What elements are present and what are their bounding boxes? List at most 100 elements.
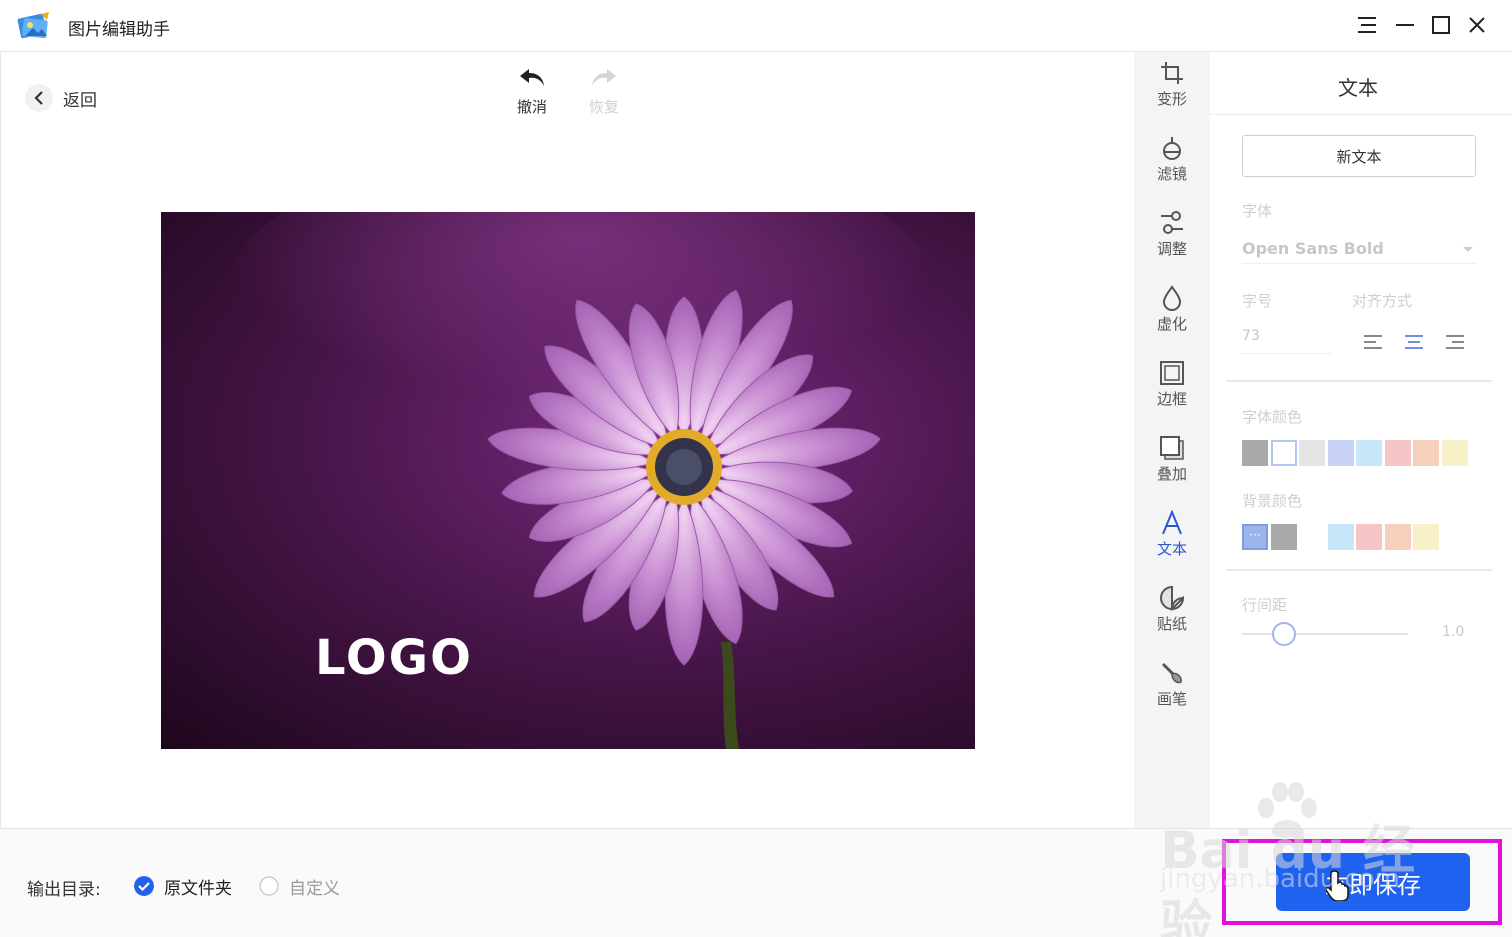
radio-original-label: 原文件夹 [164,878,232,899]
redo-icon [592,69,616,86]
redo-button[interactable]: 恢复 [579,66,629,117]
color-swatch[interactable] [1270,524,1297,550]
text-properties-panel: 文本 新文本 字体 Open Sans Bold 字号 对齐方式 73 字体颜色… [1210,52,1512,828]
chevron-left-icon [34,91,43,105]
bg-color-label: 背景颜色 [1242,492,1303,510]
sticker-icon [1160,585,1185,611]
tool-transform[interactable]: 变形 [1134,60,1210,120]
font-size-input[interactable]: 73 [1240,324,1332,354]
color-swatch[interactable] [1327,440,1354,466]
line-spacing-value: 1.0 [1442,624,1465,640]
color-swatch[interactable] [1384,524,1411,550]
chevron-down-icon [1463,247,1473,252]
size-label: 字号 [1242,292,1273,310]
menu-icon [1358,17,1376,33]
panel-divider [1210,114,1512,115]
hand-cursor-icon [1326,870,1349,901]
align-right-icon[interactable] [1444,332,1466,352]
tool-label: 叠加 [1156,465,1187,483]
edited-photo[interactable]: LOGO [161,212,975,749]
color-swatch[interactable] [1356,524,1382,550]
color-swatch[interactable] [1299,440,1325,466]
tool-brush[interactable]: 画笔 [1134,660,1210,720]
tool-overlay[interactable]: 叠加 [1134,435,1210,495]
undo-icon [520,69,544,86]
font-color-label: 字体颜色 [1242,408,1303,426]
radio-custom-label: 自定义 [289,878,340,899]
radio-unchecked-icon [259,876,279,896]
redo-label: 恢复 [588,98,619,116]
line-spacing-slider[interactable] [1242,622,1408,646]
more-icon: ··· [1249,528,1261,542]
font-value: Open Sans Bold [1242,239,1384,258]
line-spacing-label: 行间距 [1242,596,1288,614]
align-label: 对齐方式 [1352,292,1413,310]
font-select[interactable]: Open Sans Bold [1242,234,1476,264]
color-swatch[interactable] [1270,440,1297,466]
bottom-bar: 输出目录: 原文件夹 自定义 立即保存 [0,828,1512,937]
app-title: 图片编辑助手 [68,20,170,40]
font-label: 字体 [1242,202,1273,220]
minimize-button[interactable] [1392,12,1418,38]
tool-label: 画笔 [1156,690,1187,708]
font-size-value: 73 [1242,328,1260,344]
tool-strip: 变形 滤镜 调整 虚化 边框 叠加 文本 贴纸 画笔 [1134,52,1210,828]
title-bar: 图片编辑助手 [0,0,1512,52]
color-swatch[interactable] [1413,524,1439,550]
output-dir-label: 输出目录: [27,880,101,900]
tool-label: 边框 [1156,390,1187,408]
tool-blur[interactable]: 虚化 [1134,285,1210,345]
tool-label: 滤镜 [1156,165,1187,183]
close-icon [1469,17,1485,33]
tool-filter[interactable]: 滤镜 [1134,135,1210,195]
color-swatch[interactable] [1441,440,1468,466]
crop-icon [1161,62,1183,84]
maximize-icon [1432,16,1450,34]
tool-label: 虚化 [1156,315,1187,333]
logo-text-layer[interactable]: LOGO [315,630,473,686]
new-text-button[interactable]: 新文本 [1242,135,1476,177]
tool-border[interactable]: 边框 [1134,360,1210,420]
slider-thumb[interactable] [1271,622,1296,646]
undo-button[interactable]: 撤消 [507,66,557,117]
editor-area: 返回 撤消 恢复 LOGO [0,52,1134,828]
overlay-icon [1160,436,1184,460]
back-label: 返回 [63,90,97,111]
color-swatch[interactable] [1356,440,1382,466]
adjust-icon [1161,211,1183,234]
radio-checked-icon [134,876,154,896]
tool-label: 文本 [1156,540,1187,558]
panel-title: 文本 [1338,76,1378,100]
tool-label: 调整 [1156,240,1187,258]
align-left-icon[interactable] [1362,332,1384,352]
blur-icon [1162,285,1182,311]
radio-custom-folder[interactable]: 自定义 [259,875,340,899]
color-swatch[interactable] [1413,440,1439,466]
radio-original-folder[interactable]: 原文件夹 [134,875,232,899]
back-button[interactable]: 返回 [25,83,97,113]
brush-icon [1161,662,1182,684]
color-swatch[interactable] [1384,440,1411,466]
maximize-button[interactable] [1428,12,1454,38]
text-icon [1162,510,1182,535]
tool-label: 贴纸 [1156,615,1187,633]
section-divider [1226,380,1492,382]
color-swatch[interactable] [1242,440,1268,466]
tool-sticker[interactable]: 贴纸 [1134,585,1210,645]
tool-text[interactable]: 文本 [1134,510,1210,570]
border-icon [1160,361,1184,385]
undo-label: 撤消 [516,98,547,116]
color-swatch[interactable] [1327,524,1354,550]
save-now-button[interactable]: 立即保存 [1276,853,1470,911]
filter-icon [1163,137,1181,160]
section-divider [1226,569,1492,571]
align-center-icon[interactable] [1403,332,1425,352]
back-circle [25,84,53,112]
tool-label: 变形 [1156,90,1187,108]
menu-button[interactable] [1354,12,1380,38]
custom-color-swatch[interactable]: ··· [1242,524,1268,550]
tool-adjust[interactable]: 调整 [1134,210,1210,270]
slider-track [1242,633,1408,635]
minimize-icon [1396,24,1414,26]
close-button[interactable] [1464,12,1490,38]
